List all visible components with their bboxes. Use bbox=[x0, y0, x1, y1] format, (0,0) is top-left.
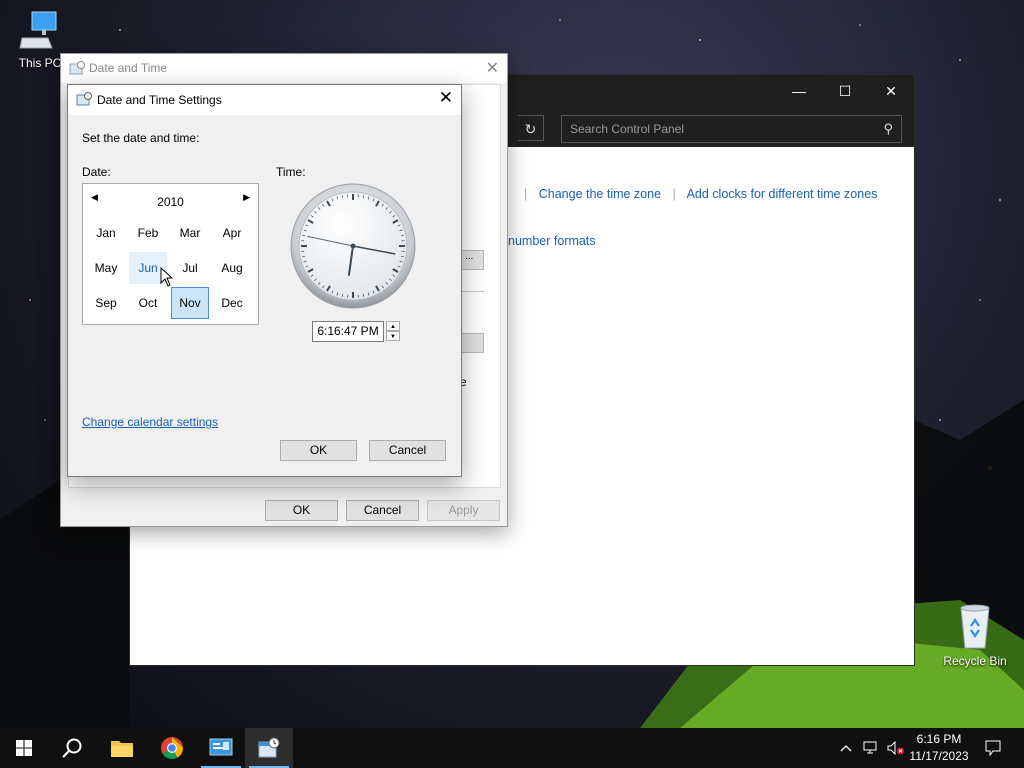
taskbar-date: 11/17/2023 bbox=[909, 749, 969, 763]
chrome-button[interactable] bbox=[148, 728, 196, 768]
dialog-title: Date and Time Settings bbox=[97, 93, 222, 107]
minimize-button[interactable]: — bbox=[776, 75, 822, 107]
desktop-icon-recycle-bin[interactable]: Recycle Bin bbox=[937, 602, 1013, 668]
calendar-month-may[interactable]: May bbox=[87, 252, 125, 284]
link-separator: | bbox=[524, 187, 528, 201]
calendar-month-jan[interactable]: Jan bbox=[87, 217, 125, 249]
settings-titlebar[interactable]: Date and Time Settings ✕ bbox=[68, 85, 461, 115]
change-calendar-settings-link[interactable]: Change calendar settings bbox=[82, 415, 218, 429]
date-time-button[interactable] bbox=[245, 728, 293, 768]
network-icon[interactable] bbox=[860, 728, 882, 768]
calendar-month-jul[interactable]: Jul bbox=[171, 252, 209, 284]
apply-button[interactable]: Apply bbox=[427, 500, 500, 521]
windows-icon bbox=[16, 740, 32, 756]
taskbar: 6:16 PM 11/17/2023 bbox=[0, 728, 1024, 768]
date-time-settings-dialog: Date and Time Settings ✕ Set the date an… bbox=[67, 84, 462, 477]
notifications-icon[interactable] bbox=[978, 728, 1008, 768]
calendar-month-dec[interactable]: Dec bbox=[213, 287, 251, 319]
dialog-title: Date and Time bbox=[89, 61, 168, 75]
search-button[interactable] bbox=[48, 728, 96, 768]
calendar-month-apr[interactable]: Apr bbox=[213, 217, 251, 249]
spin-up-icon[interactable]: ▲ bbox=[386, 321, 400, 331]
search-icon bbox=[62, 738, 82, 758]
time-input[interactable]: 6:16:47 PM bbox=[312, 321, 384, 342]
search-input[interactable]: Search Control Panel ⚲ bbox=[561, 115, 902, 143]
calendar-month-sep[interactable]: Sep bbox=[87, 287, 125, 319]
close-button[interactable]: ✕ bbox=[868, 75, 914, 107]
cancel-button[interactable]: Cancel bbox=[369, 440, 446, 461]
calendar-month-feb[interactable]: Feb bbox=[129, 217, 167, 249]
close-icon[interactable]: ✕ bbox=[486, 58, 499, 78]
start-button[interactable] bbox=[0, 728, 48, 768]
ok-button[interactable]: OK bbox=[280, 440, 357, 461]
calendar-month-nov[interactable]: Nov bbox=[171, 287, 209, 319]
calendar-month-oct[interactable]: Oct bbox=[129, 287, 167, 319]
next-year-icon[interactable]: ▶ bbox=[243, 192, 250, 203]
cancel-button[interactable]: Cancel bbox=[346, 500, 419, 521]
search-placeholder: Search Control Panel bbox=[570, 122, 685, 136]
close-icon[interactable]: ✕ bbox=[439, 88, 453, 108]
taskbar-clock[interactable]: 6:16 PM 11/17/2023 bbox=[904, 731, 974, 765]
search-icon[interactable]: ⚲ bbox=[883, 121, 893, 137]
change-time-zone-link[interactable]: Change the time zone bbox=[539, 187, 661, 201]
chrome-icon bbox=[161, 737, 183, 759]
divider bbox=[460, 291, 484, 292]
calendar-year[interactable]: 2010 bbox=[83, 195, 258, 209]
file-explorer-button[interactable] bbox=[98, 728, 146, 768]
ok-button[interactable]: OK bbox=[265, 500, 338, 521]
refresh-icon[interactable]: ↻ bbox=[518, 115, 544, 141]
spin-down-icon[interactable]: ▼ bbox=[386, 331, 400, 341]
taskbar-time: 6:16 PM bbox=[916, 732, 962, 746]
calendar-month-aug[interactable]: Aug bbox=[213, 252, 251, 284]
recycle-bin-icon bbox=[953, 602, 997, 650]
change-time-zone-button[interactable] bbox=[460, 333, 484, 353]
date-time-icon bbox=[258, 737, 280, 758]
link-separator: | bbox=[672, 187, 676, 201]
add-clocks-link[interactable]: Add clocks for different time zones bbox=[687, 187, 878, 201]
date-label: Date: bbox=[82, 165, 111, 179]
analog-clock bbox=[290, 183, 416, 309]
time-zone-links: | Change the time zone | Add clocks for … bbox=[516, 187, 877, 201]
calendar-month-mar[interactable]: Mar bbox=[171, 217, 209, 249]
time-label: Time: bbox=[276, 165, 306, 179]
change-date-time-button[interactable]: ... bbox=[460, 250, 484, 270]
date-time-icon bbox=[76, 92, 92, 109]
computer-icon bbox=[18, 8, 62, 52]
control-panel-button[interactable] bbox=[197, 728, 245, 768]
number-formats-link[interactable]: number formats bbox=[508, 234, 596, 248]
time-spinner[interactable]: ▲ ▼ bbox=[386, 321, 400, 342]
folder-icon bbox=[111, 741, 133, 757]
instructions-label: Set the date and time: bbox=[82, 131, 200, 145]
mouse-pointer-icon bbox=[160, 267, 174, 287]
show-hidden-icons-icon[interactable] bbox=[836, 728, 856, 768]
date-time-icon bbox=[69, 61, 85, 78]
control-panel-icon bbox=[209, 738, 233, 756]
calendar-year-view: ◀ 2010 ▶ Jan Feb Mar Apr May Jun Jul Aug Sep Oct N… bbox=[82, 183, 259, 325]
date-time-titlebar[interactable]: Date and Time ✕ bbox=[61, 54, 507, 83]
desktop-icon-label: This PC bbox=[18, 56, 62, 70]
maximize-button[interactable]: ☐ bbox=[822, 75, 868, 107]
desktop-icon-label: Recycle Bin bbox=[943, 654, 1007, 668]
